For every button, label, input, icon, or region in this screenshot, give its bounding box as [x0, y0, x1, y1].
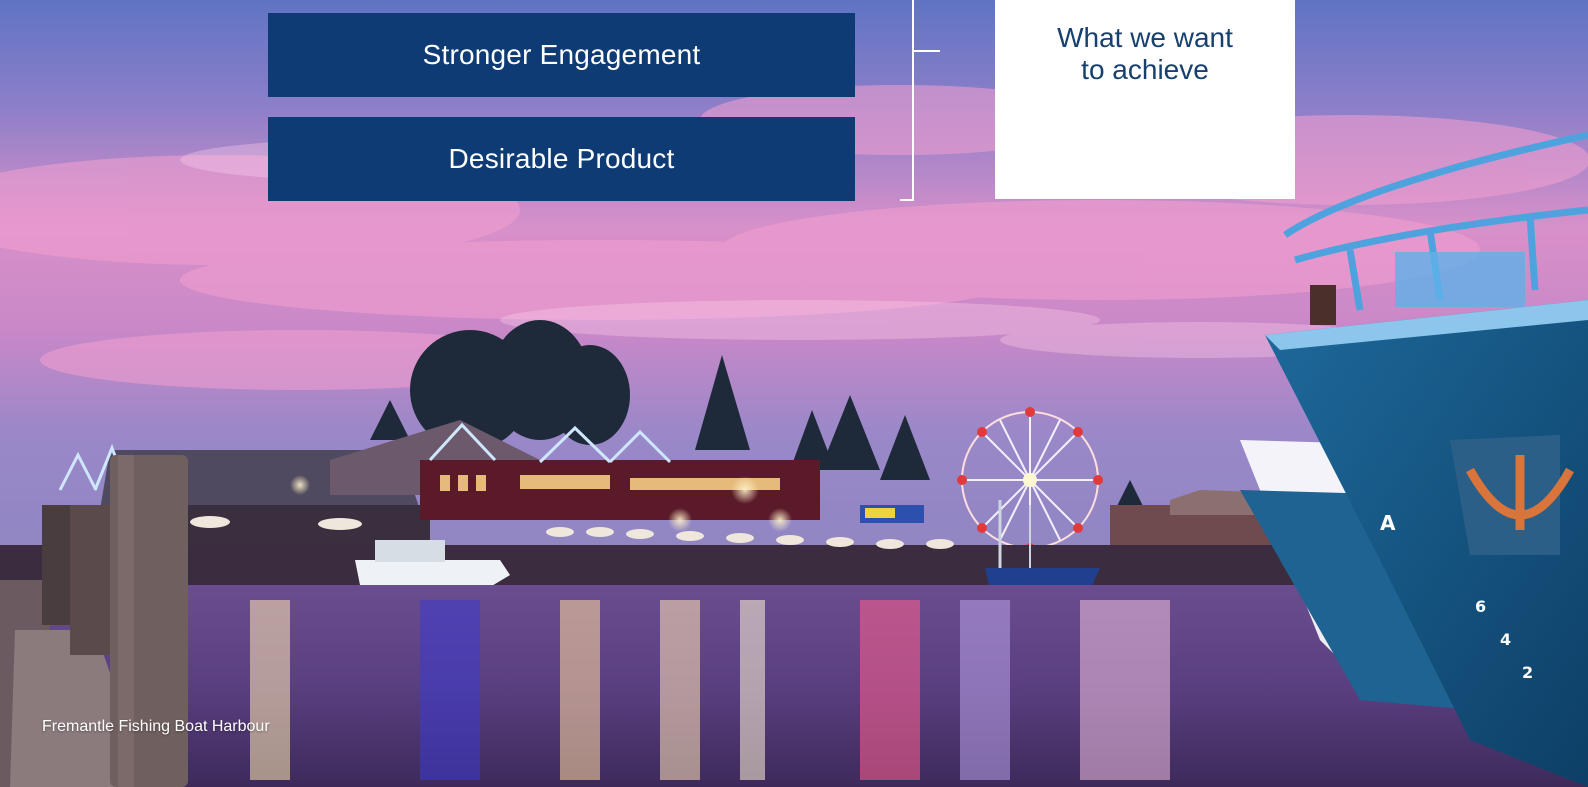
goal-stronger-engagement: Stronger Engagement [268, 13, 855, 97]
svg-text:6: 6 [1475, 597, 1486, 616]
goal-label: Stronger Engagement [422, 39, 701, 70]
svg-text:4: 4 [1500, 630, 1511, 649]
photo-caption: Fremantle Fishing Boat Harbour [42, 718, 270, 735]
svg-text:A: A [1380, 511, 1396, 535]
svg-text:2: 2 [1522, 663, 1533, 682]
goal-label: Desirable Product [448, 143, 675, 174]
achieve-card-text: What we want to achieve [1057, 22, 1233, 85]
bracket-connector [900, 0, 940, 201]
goal-desirable-product: Desirable Product [268, 117, 855, 201]
achieve-card: What we want to achieve [995, 0, 1295, 199]
